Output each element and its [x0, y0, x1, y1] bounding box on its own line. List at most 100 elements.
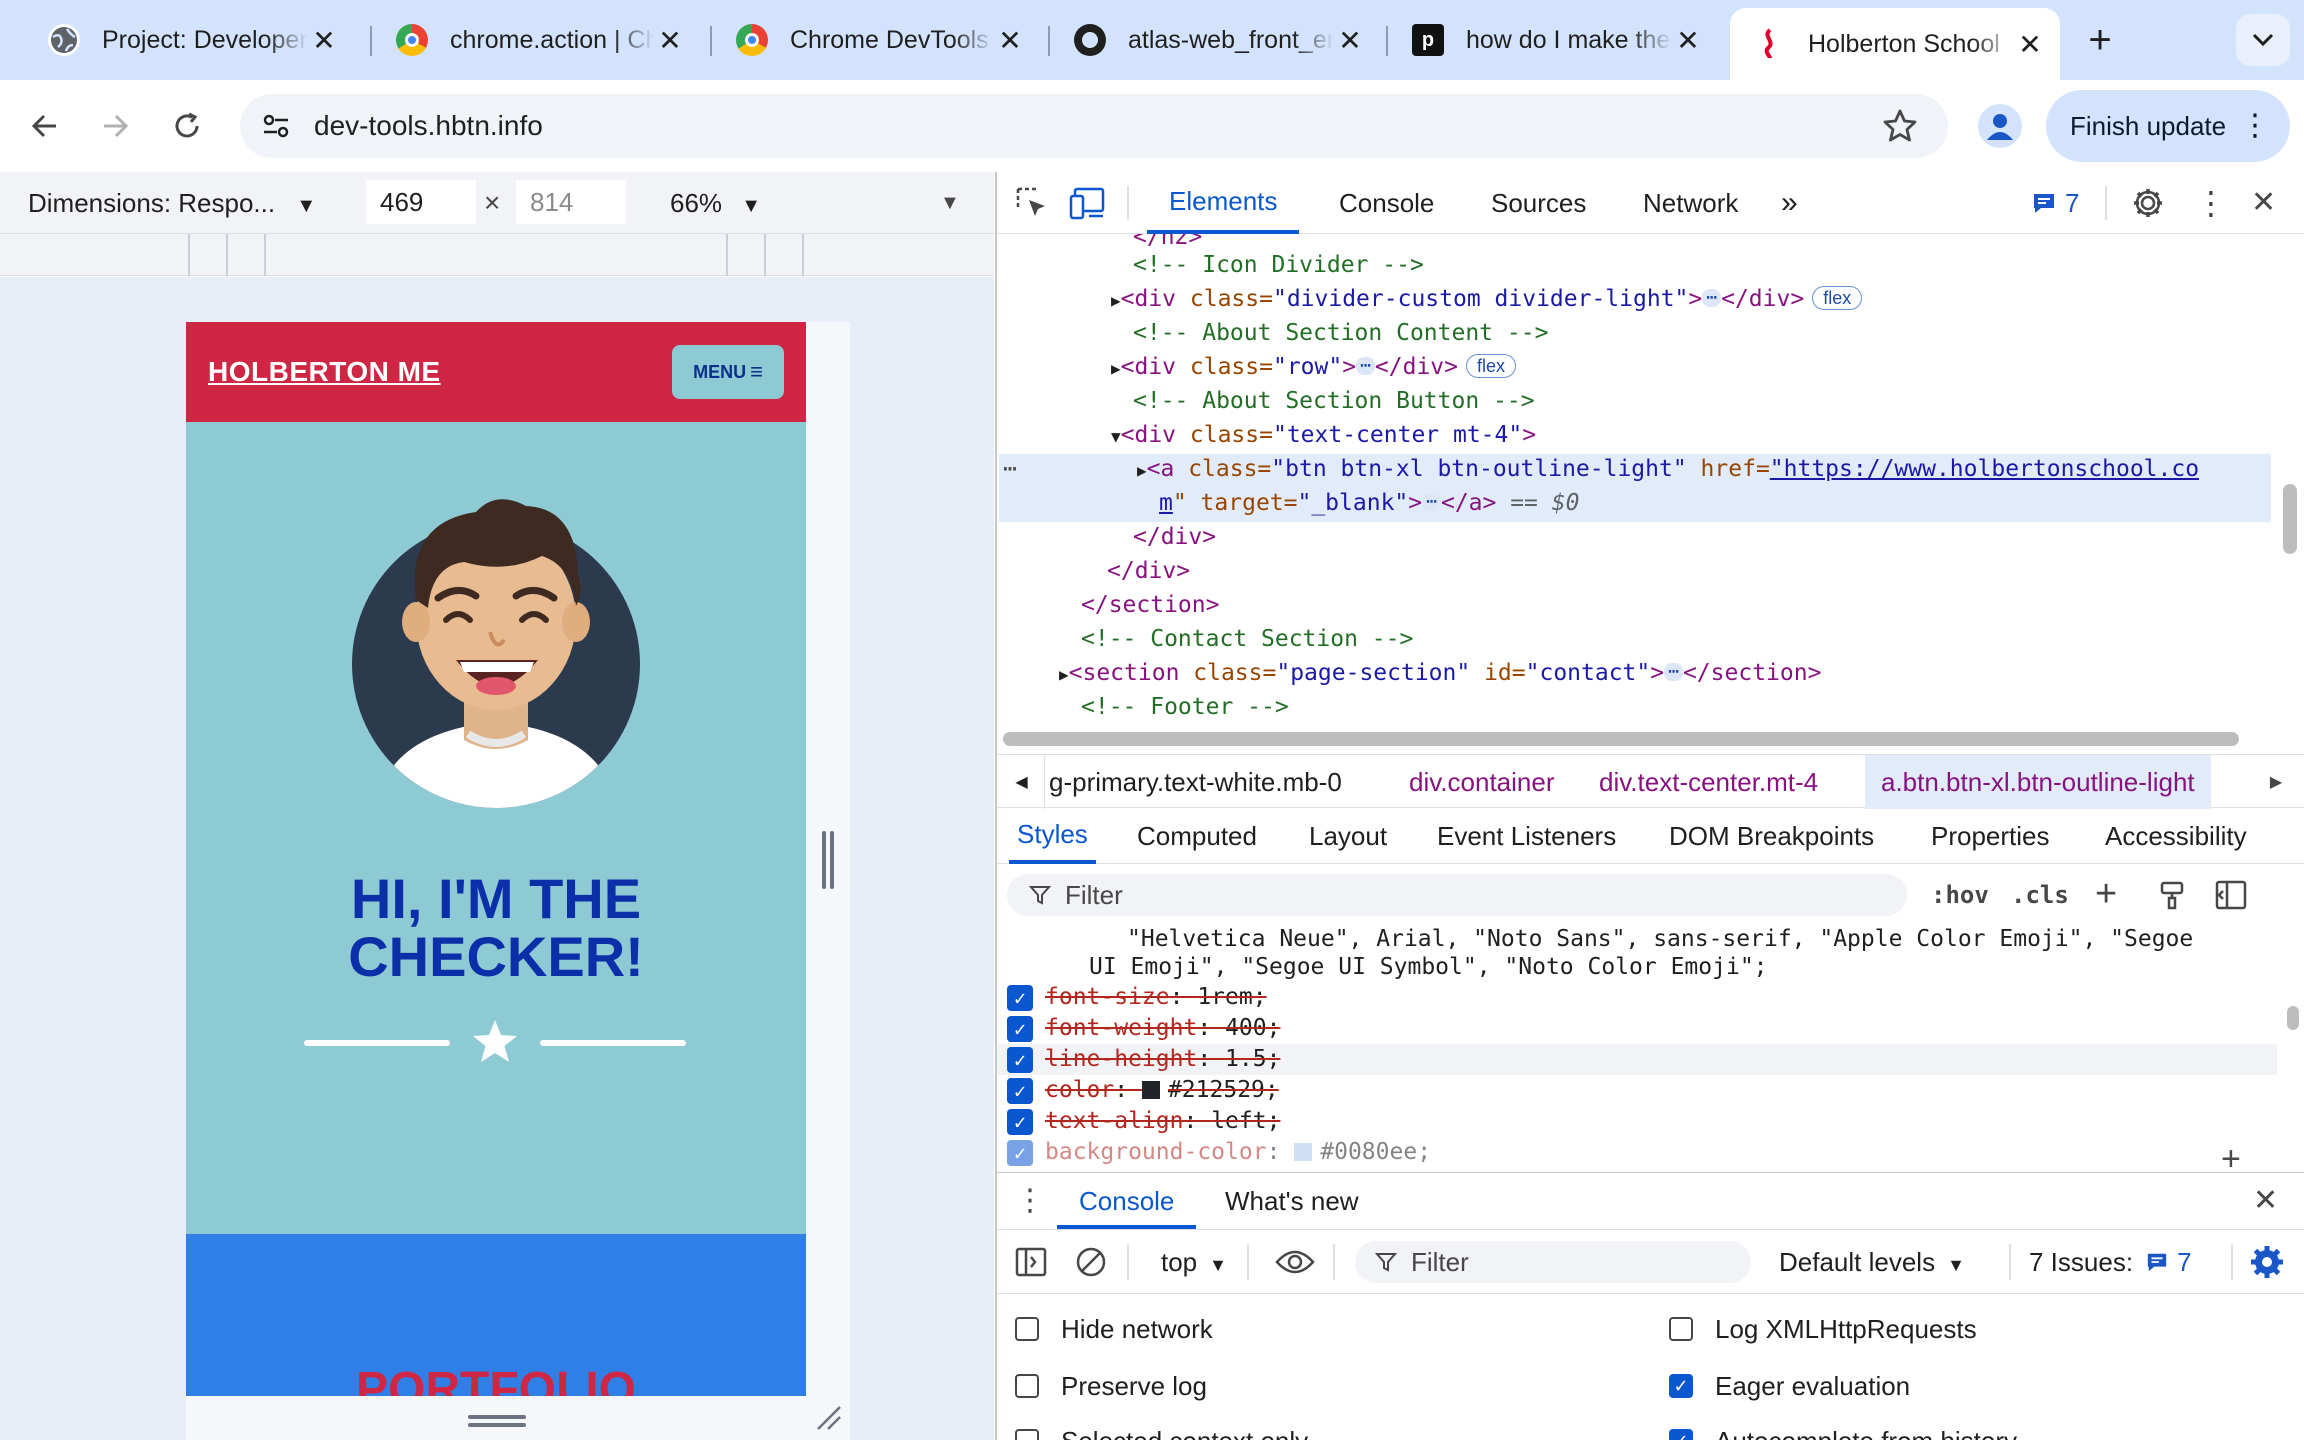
- dom-node[interactable]: </div>: [1133, 520, 1216, 554]
- browser-tab[interactable]: chrome.action | Chrome ✕: [372, 12, 700, 68]
- add-property-icon[interactable]: +: [2221, 1140, 2241, 1170]
- device-toolbar-icon[interactable]: [1069, 186, 1107, 220]
- resize-corner-icon[interactable]: [814, 1403, 842, 1431]
- checkbox-checked[interactable]: ✓: [1007, 1078, 1033, 1104]
- checkbox[interactable]: [1015, 1374, 1039, 1398]
- tab-network[interactable]: Network: [1643, 172, 1738, 234]
- tab-layout[interactable]: Layout: [1309, 808, 1387, 864]
- tab-console[interactable]: Console: [1339, 172, 1434, 234]
- cls-toggle[interactable]: .cls: [2011, 864, 2069, 926]
- vertical-scrollbar[interactable]: [2283, 484, 2297, 554]
- tab-dom-breakpoints[interactable]: DOM Breakpoints: [1669, 808, 1874, 864]
- dom-node[interactable]: ▶<div class="row"> ⋯ </div> flex: [1111, 350, 1517, 384]
- bookmark-star-icon[interactable]: [1880, 106, 1920, 146]
- styles-filter-input[interactable]: Filter: [1007, 874, 1907, 916]
- paint-roller-icon[interactable]: [2157, 880, 2187, 910]
- style-property-row[interactable]: ✓ text-align: left;: [997, 1106, 2304, 1137]
- settings-gear-icon[interactable]: [2131, 186, 2165, 220]
- browser-tab-active[interactable]: Holberton School ✕: [1730, 8, 2060, 80]
- dom-comment[interactable]: <!-- Icon Divider -->: [1133, 248, 1424, 282]
- option-eager-evaluation[interactable]: ✓ Eager evaluation: [1669, 1365, 1910, 1407]
- dom-node[interactable]: ▶<div class="divider-custom divider-ligh…: [1111, 282, 1863, 316]
- crumb-scroll-left-icon[interactable]: ◀: [999, 755, 1045, 809]
- address-bar[interactable]: dev-tools.hbtn.info: [240, 94, 1948, 158]
- tab-properties[interactable]: Properties: [1931, 808, 2050, 864]
- site-menu-button[interactable]: MENU ≡: [672, 345, 784, 399]
- eye-icon[interactable]: [1275, 1248, 1315, 1276]
- dom-comment[interactable]: <!-- About Section Content -->: [1133, 316, 1548, 350]
- style-property-row[interactable]: ✓ color: #212529;: [997, 1075, 2304, 1106]
- style-property-row[interactable]: ✓ line-height: 1.5;: [997, 1044, 2277, 1075]
- breadcrumb-item[interactable]: g-primary.text-white.mb-0: [1049, 755, 1342, 809]
- checkbox-checked[interactable]: ✓: [1007, 1016, 1033, 1042]
- color-swatch[interactable]: [1294, 1143, 1313, 1161]
- console-issues-button[interactable]: 7 Issues: 7: [2029, 1230, 2192, 1294]
- show-sidebar-icon[interactable]: [1015, 1246, 1047, 1278]
- drawer-menu-icon[interactable]: ⋮: [1015, 1173, 1045, 1229]
- checkbox[interactable]: [1669, 1317, 1693, 1341]
- drawer-tab-console[interactable]: Console: [1057, 1173, 1197, 1229]
- forward-button[interactable]: [90, 80, 140, 172]
- reload-button[interactable]: [162, 80, 212, 172]
- hov-toggle[interactable]: :hov: [1931, 864, 1989, 926]
- tab-elements[interactable]: Elements: [1147, 172, 1300, 234]
- dom-node-selected-cont[interactable]: m" target="_blank"> ⋯ </a> == $0: [1159, 486, 1579, 520]
- tab-sources[interactable]: Sources: [1491, 172, 1586, 234]
- color-swatch[interactable]: [1141, 1081, 1160, 1099]
- resize-handle-bottom[interactable]: [468, 1415, 526, 1419]
- close-icon[interactable]: ✕: [2251, 172, 2276, 234]
- inspect-element-icon[interactable]: [1015, 186, 1049, 220]
- breadcrumb-item[interactable]: div.text-center.mt-4: [1599, 755, 1818, 809]
- site-info-icon[interactable]: [258, 108, 294, 144]
- context-select[interactable]: top ▼: [1161, 1230, 1227, 1294]
- tab-search-button[interactable]: [2236, 14, 2290, 66]
- style-property-row[interactable]: ✓ font-size: 1rem;: [997, 982, 2304, 1013]
- close-icon[interactable]: ✕: [1672, 24, 1704, 57]
- checkbox-checked[interactable]: ✓: [1669, 1429, 1693, 1440]
- checkbox-checked[interactable]: ✓: [1669, 1374, 1693, 1398]
- browser-tab[interactable]: Chrome DevTools ✕: [712, 12, 1040, 68]
- node-actions-icon[interactable]: ⋯: [1003, 452, 1017, 486]
- console-settings-icon[interactable]: [2249, 1244, 2285, 1280]
- browser-tab[interactable]: atlas-web_front_end ✕: [1050, 12, 1380, 68]
- resize-handle-right[interactable]: [822, 831, 826, 889]
- flex-badge[interactable]: flex: [1466, 354, 1517, 378]
- dimensions-select[interactable]: Dimensions: Respo... ▼: [28, 172, 316, 234]
- issues-counter[interactable]: 7: [2031, 172, 2079, 234]
- dom-node[interactable]: ▶<section class="page-section" id="conta…: [1059, 656, 1821, 690]
- option-log-xhr[interactable]: Log XMLHttpRequests: [1669, 1308, 1977, 1350]
- tab-event-listeners[interactable]: Event Listeners: [1437, 808, 1616, 864]
- close-icon[interactable]: ✕: [2014, 28, 2046, 61]
- style-property-row[interactable]: ✓ font-weight: 400;: [997, 1013, 2304, 1044]
- close-icon[interactable]: ✕: [654, 24, 686, 57]
- dom-node[interactable]: ▼<div class="text-center mt-4">: [1111, 418, 1536, 452]
- width-input[interactable]: 469: [366, 180, 476, 224]
- toggle-sidebar-icon[interactable]: [2215, 880, 2247, 910]
- dom-comment[interactable]: <!-- Contact Section -->: [1081, 622, 1413, 656]
- tab-accessibility[interactable]: Accessibility: [2105, 808, 2247, 864]
- drawer-tab-whats-new[interactable]: What's new: [1225, 1173, 1359, 1229]
- more-options-arrow-icon[interactable]: ▼: [940, 172, 960, 234]
- horizontal-scrollbar[interactable]: [1003, 732, 2239, 746]
- dom-node-selected[interactable]: ▶<a class="btn btn-xl btn-outline-light"…: [1137, 452, 2199, 486]
- style-property-row[interactable]: ✓ background-color: #0080ee;: [997, 1137, 2304, 1168]
- dom-comment[interactable]: <!-- About Section Button -->: [1133, 384, 1535, 418]
- browser-tab[interactable]: Project: Developer ✕: [24, 12, 354, 68]
- crumb-scroll-right-icon[interactable]: ▶: [2253, 755, 2299, 809]
- close-icon[interactable]: ✕: [308, 24, 340, 57]
- more-vert-icon[interactable]: ⋮: [2195, 172, 2227, 234]
- tab-styles[interactable]: Styles: [1009, 808, 1096, 864]
- dom-node[interactable]: </section>: [1081, 588, 1219, 622]
- close-drawer-icon[interactable]: ✕: [2253, 1173, 2278, 1229]
- profile-avatar[interactable]: [1978, 104, 2022, 148]
- finish-update-button[interactable]: Finish update ⋮: [2046, 90, 2290, 162]
- browser-tab[interactable]: p how do I make the ✕: [1388, 12, 1718, 68]
- checkbox-checked[interactable]: ✓: [1007, 985, 1033, 1011]
- option-preserve-log[interactable]: Preserve log: [1015, 1365, 1207, 1407]
- zoom-select[interactable]: 66% ▼: [670, 172, 761, 234]
- breadcrumb-item[interactable]: div.container: [1409, 755, 1555, 809]
- breadcrumb-item-selected[interactable]: a.btn.btn-xl.btn-outline-light: [1865, 755, 2211, 809]
- log-levels-select[interactable]: Default levels ▼: [1779, 1230, 1965, 1294]
- close-icon[interactable]: ✕: [994, 24, 1026, 57]
- dom-comment[interactable]: <!-- Footer -->: [1081, 690, 1289, 724]
